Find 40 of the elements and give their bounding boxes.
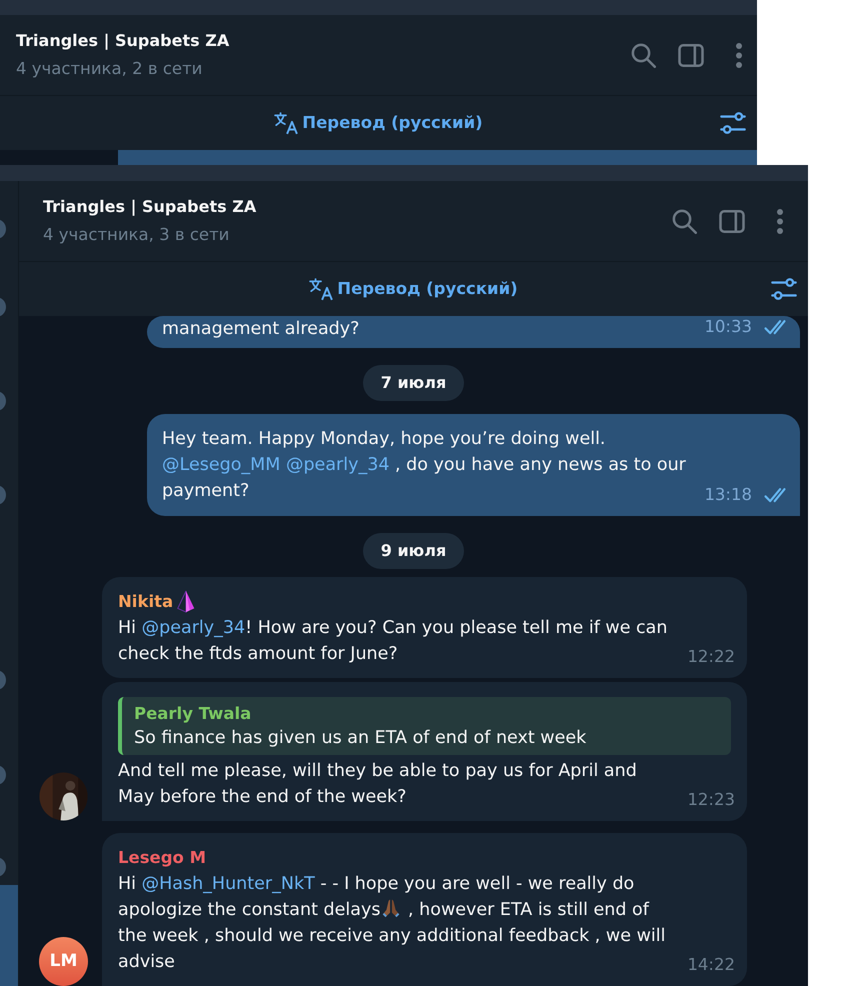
message-text: Hey team. Happy Monday, hope you’re doing well. @Lesego_MM @pearly_34 , do you have any news as to our payment? (162, 428, 687, 503)
date-badge: 9 июля (362, 533, 464, 569)
chat-title: Triangles | Supabets ZA (43, 196, 258, 218)
sidebar-toggle-icon (719, 210, 745, 232)
message-text: And tell me please, will they be able to pay us for April and May before the end of the week? (118, 760, 638, 809)
translate-icon (309, 278, 334, 300)
message-time: 10:33 (704, 316, 752, 338)
sidebar-toggle-icon (678, 44, 704, 66)
message-time: 14:22 (687, 954, 735, 976)
translate-button[interactable]: Перевод (русский) (274, 110, 483, 136)
user-avatar: LM (39, 937, 88, 986)
member-count: 4 участника, 2 в сети (16, 58, 204, 80)
sender-name[interactable]: Nikita (118, 589, 174, 615)
reply-author: Pearly Twala (134, 703, 252, 725)
date-badge: 7 июля (362, 365, 464, 401)
search-icon (672, 208, 696, 234)
translate-settings-icon (720, 112, 746, 134)
translate-button[interactable]: Перевод (русский) (309, 276, 518, 302)
message-text: Hi @pearly_34! How are you? Can you please tell me if we can check the ftds amount for June? (118, 617, 668, 666)
mention-link[interactable]: @Hash_Hunter_NkT (142, 874, 315, 894)
more-icon (777, 208, 783, 234)
sender-name[interactable]: Lesego M (118, 845, 206, 871)
message-time: 12:23 (687, 789, 735, 811)
reply-text: So finance has given us an ETA of end of next week (134, 727, 588, 750)
mention-link[interactable]: @pearly_34 (142, 618, 246, 638)
reply-quote[interactable]: Pearly Twala So finance has given us an ETA of end of next week (118, 697, 731, 755)
message-text: management already? (162, 318, 360, 341)
translate-settings-icon (771, 278, 797, 300)
more-icon (736, 42, 742, 68)
translate-icon (274, 112, 298, 134)
message-text: Hi @Hash_Hunter_NkT - - I hope you are well - we really do apologize the constant delays , however ETA is still end of the week , should we receive any additional feedback , we will advise (118, 873, 666, 974)
message-time: 13:18 (704, 484, 752, 506)
mention-link[interactable]: @Lesego_MM (162, 455, 280, 475)
member-count: 4 участника, 3 в сети (43, 224, 230, 246)
translate-settings-button[interactable] (770, 275, 798, 303)
translate-settings-button[interactable] (719, 109, 747, 137)
search-icon (630, 42, 656, 68)
mention-link[interactable]: @pearly_34 (286, 455, 390, 475)
message-time: 12:22 (687, 646, 735, 668)
chat-title: Triangles | Supabets ZA (16, 30, 230, 52)
